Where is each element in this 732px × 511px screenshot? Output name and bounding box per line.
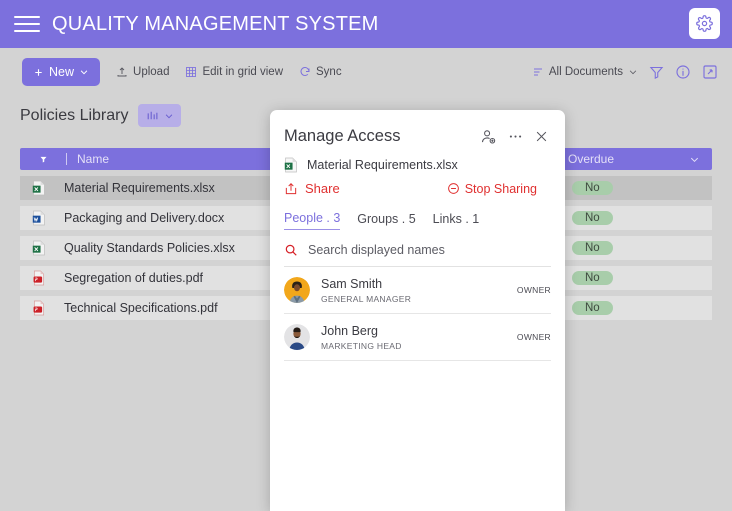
status-badge: No — [572, 241, 613, 255]
edit-in-grid-view-label: Edit in grid view — [202, 66, 284, 78]
app-root: QUALITY MANAGEMENT SYSTEM New Upload Edi… — [0, 0, 732, 511]
search-icon — [284, 243, 298, 257]
sync-icon — [299, 66, 311, 78]
app-header: QUALITY MANAGEMENT SYSTEM — [0, 0, 732, 48]
page-title: QUALITY MANAGEMENT SYSTEM — [52, 12, 379, 35]
row-overdue-cell: No — [560, 206, 712, 230]
person-permission: OWNER — [516, 332, 551, 342]
dialog-header: Manage Access — [284, 127, 549, 146]
new-button-label: New — [49, 65, 75, 79]
avatar — [284, 277, 310, 303]
stop-sharing-button[interactable]: Stop Sharing — [447, 182, 551, 196]
row-overdue-cell: No — [560, 236, 712, 260]
pdf-file-icon — [26, 300, 52, 316]
column-header-name-label: Name — [77, 152, 110, 166]
command-toolbar: New Upload Edit in grid view Sync All Do… — [0, 48, 732, 96]
status-badge: No — [572, 301, 613, 315]
hamburger-icon[interactable] — [14, 13, 40, 35]
excel-file-icon — [26, 240, 52, 256]
settings-button[interactable] — [689, 8, 720, 39]
tab-links[interactable]: Links . 1 — [433, 212, 480, 230]
library-header: Policies Library — [20, 104, 182, 127]
info-button[interactable] — [675, 64, 691, 80]
expand-button[interactable] — [702, 64, 718, 80]
person-info: Sam Smith GENERAL MANAGER — [321, 277, 411, 304]
file-name: Technical Specifications.pdf — [64, 301, 218, 315]
share-button[interactable]: Share — [284, 181, 340, 196]
chart-view-button[interactable] — [138, 104, 182, 127]
row-overdue-cell: No — [560, 176, 712, 200]
plus-icon — [33, 67, 44, 78]
dialog-file-name: Material Requirements.xlsx — [307, 158, 458, 172]
excel-file-icon — [284, 157, 298, 173]
chevron-down-icon[interactable] — [689, 154, 700, 165]
gear-icon — [696, 15, 713, 32]
library-title: Policies Library — [20, 106, 129, 124]
file-name: Material Requirements.xlsx — [64, 181, 215, 195]
person-permission: OWNER — [516, 285, 551, 295]
search-input[interactable] — [308, 243, 538, 257]
list-item[interactable]: Sam Smith GENERAL MANAGER OWNER — [284, 267, 551, 314]
upload-button[interactable]: Upload — [116, 66, 169, 78]
excel-file-icon — [26, 180, 52, 196]
tab-groups[interactable]: Groups . 5 — [357, 212, 415, 230]
word-file-icon — [26, 210, 52, 226]
status-badge: No — [572, 211, 613, 225]
sync-label: Sync — [316, 66, 342, 78]
stop-sharing-label: Stop Sharing — [464, 181, 537, 196]
more-options-icon[interactable] — [507, 128, 524, 145]
stop-sharing-icon — [447, 182, 460, 195]
dialog-file-row: Material Requirements.xlsx — [284, 157, 551, 173]
column-header-overdue-label: Overdue — [568, 152, 615, 166]
upload-label: Upload — [133, 66, 170, 78]
dialog-actions — [480, 128, 549, 145]
dialog-tabs: People . 3 Groups . 5 Links . 1 — [284, 211, 551, 230]
search-row — [284, 243, 551, 267]
person-name: Sam Smith — [321, 276, 383, 291]
dialog-share-row: Share Stop Sharing — [284, 181, 551, 196]
sync-button[interactable]: Sync — [299, 66, 342, 78]
toolbar-right-group: All Documents — [532, 48, 718, 96]
file-name: Packaging and Delivery.docx — [64, 211, 225, 225]
status-badge: No — [572, 181, 613, 195]
dialog-title: Manage Access — [284, 127, 401, 145]
list-item[interactable]: John Berg MARKETING HEAD OWNER — [284, 314, 551, 361]
avatar — [284, 324, 310, 350]
manage-access-dialog: Manage Access Material Requirements.xlsx… — [270, 110, 565, 511]
person-role: MARKETING HEAD — [321, 340, 402, 351]
filter-icon[interactable] — [20, 155, 66, 164]
new-button[interactable]: New — [22, 58, 101, 86]
bar-chart-icon — [145, 109, 159, 122]
close-icon[interactable] — [534, 129, 549, 144]
chevron-down-icon — [79, 67, 89, 77]
row-overdue-cell: No — [560, 266, 712, 290]
person-name: John Berg — [321, 323, 378, 338]
column-header-overdue[interactable]: Overdue — [560, 148, 712, 170]
upload-icon — [116, 66, 128, 78]
add-person-icon[interactable] — [480, 128, 497, 145]
file-name: Segregation of duties.pdf — [64, 271, 203, 285]
list-view-icon — [532, 66, 544, 78]
row-overdue-cell: No — [560, 296, 712, 320]
person-info: John Berg MARKETING HEAD — [321, 324, 402, 351]
chevron-down-icon — [628, 67, 638, 77]
tab-people[interactable]: People . 3 — [284, 211, 341, 230]
file-name: Quality Standards Policies.xlsx — [64, 241, 235, 255]
share-icon — [284, 182, 298, 196]
view-selector-label: All Documents — [548, 66, 623, 78]
share-label: Share — [305, 181, 340, 196]
chevron-down-icon — [164, 111, 174, 121]
filter-button[interactable] — [649, 65, 664, 80]
edit-in-grid-view-button[interactable]: Edit in grid view — [185, 66, 283, 78]
view-selector[interactable]: All Documents — [532, 66, 638, 78]
pdf-file-icon — [26, 270, 52, 286]
grid-icon — [185, 66, 197, 78]
header-divider — [66, 153, 67, 165]
status-badge: No — [572, 271, 613, 285]
person-role: GENERAL MANAGER — [321, 293, 412, 304]
